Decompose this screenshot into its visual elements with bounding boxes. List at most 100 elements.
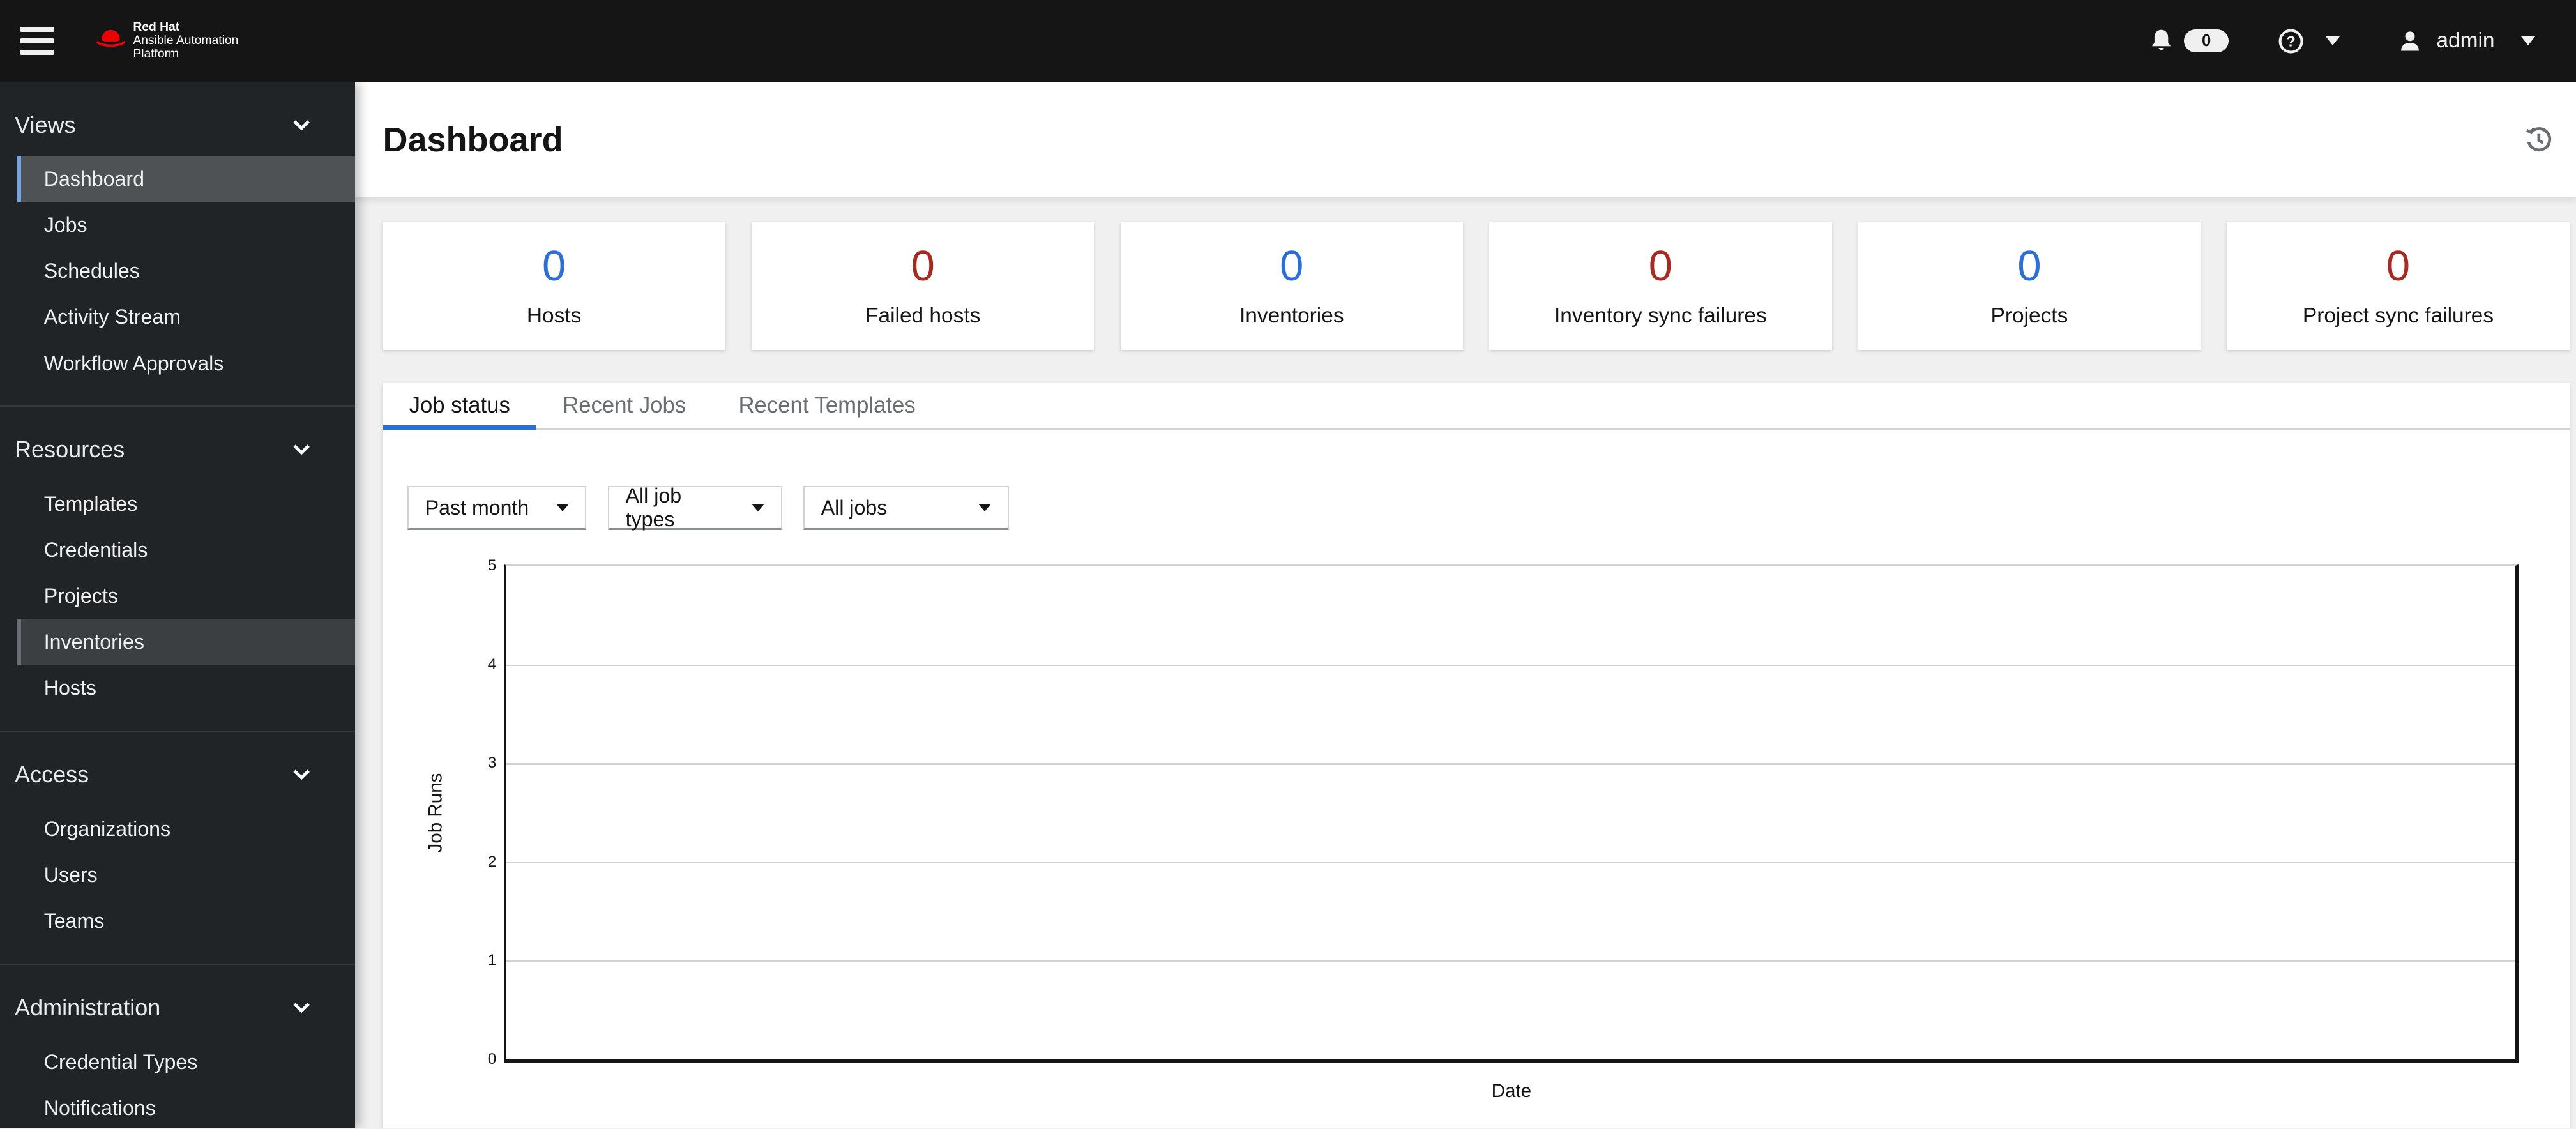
help-circle-icon: ?: [2278, 29, 2303, 54]
sidebar-item-users[interactable]: Users: [17, 852, 355, 898]
masthead-toolbar: 0 ? admin: [2148, 28, 2576, 54]
user-menu-button[interactable]: admin: [2398, 29, 2535, 53]
gridline: [506, 861, 2515, 864]
nav-section-access[interactable]: Access: [0, 755, 355, 794]
refresh-history-button[interactable]: [2525, 126, 2553, 154]
nav-toggle-button[interactable]: [3, 4, 70, 78]
brand-logo: Red Hat Ansible Automation Platform: [95, 21, 238, 61]
help-menu-button[interactable]: ?: [2278, 28, 2340, 54]
projects-count-link[interactable]: 0: [2017, 243, 2041, 289]
inventory-sync-failures-count-link[interactable]: 0: [1649, 243, 1672, 289]
tab-recent-jobs[interactable]: Recent Jobs: [536, 383, 712, 428]
nav-section-label: Views: [15, 111, 76, 138]
tab-job-status[interactable]: Job status: [383, 383, 536, 430]
nav-section-label: Access: [15, 761, 89, 788]
stat-card-label: Hosts: [526, 304, 582, 328]
chevron-down-icon: [293, 119, 310, 130]
brand-line1: Red Hat: [133, 20, 180, 34]
nav-section-label: Administration: [15, 994, 161, 1020]
sidebar-item-activity-stream[interactable]: Activity Stream: [17, 294, 355, 340]
hamburger-icon: [19, 27, 54, 56]
sidebar-item-templates[interactable]: Templates: [17, 481, 355, 527]
stat-card-inventories: 0 Inventories: [1120, 222, 1463, 350]
sidebar-item-teams[interactable]: Teams: [17, 898, 355, 944]
history-icon: [2526, 126, 2552, 151]
project-sync-failures-count-link[interactable]: 0: [2386, 243, 2410, 289]
bell-icon: [2151, 29, 2171, 50]
user-icon: [2401, 31, 2420, 51]
sidebar-item-jobs[interactable]: Jobs: [17, 202, 355, 248]
y-tick-label: 2: [487, 852, 497, 870]
nav-section-label: Resources: [15, 436, 125, 463]
sidebar-item-organizations[interactable]: Organizations: [17, 806, 355, 852]
hosts-count-link[interactable]: 0: [542, 243, 566, 289]
tabs-bar: Job status Recent Jobs Recent Templates: [383, 383, 2570, 430]
page-title: Dashboard: [383, 120, 563, 159]
app-root: Red Hat Ansible Automation Platform 0 ?: [0, 0, 2576, 1129]
job-filter-select-value: All jobs: [821, 496, 888, 519]
caret-down-icon: [2325, 36, 2340, 47]
y-tick-label: 5: [487, 557, 497, 575]
chevron-down-icon: [293, 769, 310, 780]
stat-cards-row: 0 Hosts 0 Failed hosts 0 Inventories 0 I…: [383, 222, 2570, 350]
tab-recent-templates[interactable]: Recent Templates: [712, 383, 942, 428]
sidebar-item-notifications[interactable]: Notifications: [17, 1085, 355, 1129]
job-type-select[interactable]: All job types: [607, 484, 782, 531]
nav-section-resources[interactable]: Resources: [0, 430, 355, 469]
sidebar-item-hosts[interactable]: Hosts: [17, 665, 355, 711]
chart-filters: Past month All job types All jobs: [407, 484, 2570, 531]
period-select-value: Past month: [425, 496, 529, 519]
x-axis-title: Date: [1491, 1080, 1532, 1102]
y-tick-label: 1: [487, 951, 497, 969]
stat-card-label: Failed hosts: [865, 304, 981, 328]
stat-card-label: Projects: [1990, 304, 2068, 328]
stat-card-label: Project sync failures: [2302, 304, 2494, 328]
y-axis-title: Job Runs: [425, 773, 446, 853]
page-header: Dashboard: [354, 82, 2576, 197]
dashboard-graph-panel: Job status Recent Jobs Recent Templates …: [383, 383, 2570, 1129]
nav-items-resources: Templates Credentials Projects Inventori…: [16, 481, 355, 711]
sidebar-nav: Views Dashboard Jobs Schedules Activity …: [0, 82, 355, 1129]
chevron-down-icon: [293, 444, 310, 455]
stat-card-failed-hosts: 0 Failed hosts: [752, 222, 1095, 350]
brand-line2: Ansible Automation: [133, 34, 239, 48]
caret-down-icon: [751, 504, 764, 511]
username-label: admin: [2436, 29, 2495, 53]
nav-items-views: Dashboard Jobs Schedules Activity Stream…: [16, 156, 355, 386]
stat-card-projects: 0 Projects: [1858, 222, 2201, 350]
nav-items-access: Organizations Users Teams: [17, 806, 355, 944]
sidebar-item-projects[interactable]: Projects: [17, 573, 355, 619]
nav-section-views[interactable]: Views: [0, 105, 355, 145]
chart-plot-area: Job Runs 5 4 3 2 1 0: [425, 557, 2519, 1068]
caret-down-icon: [978, 504, 991, 511]
stat-card-hosts: 0 Hosts: [383, 222, 725, 350]
y-tick-label: 0: [487, 1050, 497, 1068]
inventories-count-link[interactable]: 0: [1280, 243, 1303, 289]
masthead: Red Hat Ansible Automation Platform 0 ?: [0, 0, 2576, 82]
stat-card-inventory-sync-failures: 0 Inventory sync failures: [1489, 222, 1832, 350]
nav-section-administration[interactable]: Administration: [0, 988, 355, 1027]
nav-group-resources: Resources Templates Credentials Projects…: [0, 407, 355, 732]
sidebar-item-workflow-approvals[interactable]: Workflow Approvals: [17, 340, 355, 386]
stat-card-label: Inventory sync failures: [1554, 304, 1767, 328]
y-tick-label: 4: [487, 655, 497, 673]
sidebar-item-inventories[interactable]: Inventories: [16, 619, 355, 665]
sidebar-item-dashboard[interactable]: Dashboard: [16, 156, 355, 202]
job-filter-select[interactable]: All jobs: [803, 485, 1009, 531]
svg-text:?: ?: [2287, 33, 2296, 49]
period-select[interactable]: Past month: [407, 485, 587, 531]
job-status-chart: Job Runs 5 4 3 2 1 0 Date: [407, 557, 2570, 1102]
nav-group-access: Access Organizations Users Teams: [0, 732, 355, 965]
failed-hosts-count-link[interactable]: 0: [911, 243, 935, 289]
main-content: Dashboard 0 Hosts 0 Failed hosts 0 Inven…: [354, 82, 2576, 1129]
nav-items-administration: Credential Types Notifications: [17, 1039, 355, 1129]
job-type-select-value: All job types: [625, 484, 682, 531]
chevron-down-icon: [293, 1003, 310, 1013]
notifications-button[interactable]: 0: [2148, 28, 2229, 54]
sidebar-item-schedules[interactable]: Schedules: [17, 248, 355, 294]
gridline: [506, 960, 2515, 962]
sidebar-item-credentials[interactable]: Credentials: [17, 527, 355, 573]
caret-down-icon: [2520, 36, 2535, 47]
sidebar-item-credential-types[interactable]: Credential Types: [17, 1039, 355, 1085]
nav-group-views: Views Dashboard Jobs Schedules Activity …: [0, 82, 355, 407]
